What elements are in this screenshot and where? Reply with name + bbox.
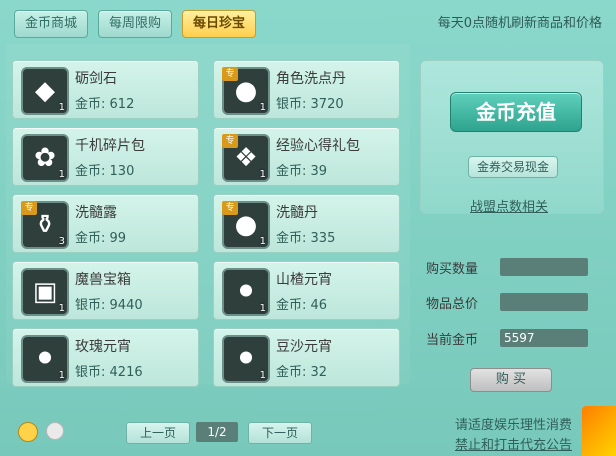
gourd-potion-icon: ⚱ 专 3 <box>21 201 69 249</box>
blue-crystal-icon: ◆ 1 <box>21 67 69 115</box>
hawthorn-dumplings-icon: ⚫ 1 <box>222 268 270 316</box>
bottom-left-controls <box>18 422 64 442</box>
tab-gold-mall[interactable]: 金币商城 <box>14 10 89 38</box>
rose-dumplings-icon: ⚫ 1 <box>21 335 69 383</box>
shop-item[interactable]: ❖ 专 1 经验心得礼包 金币: 39 <box>213 127 400 186</box>
current-gold-field: 5597 <box>500 329 588 347</box>
shop-item[interactable]: ⚫ 1 豆沙元宵 金币: 32 <box>213 328 400 387</box>
shop-item[interactable]: ✿ 1 千机碎片包 金币: 130 <box>12 127 199 186</box>
treasure-chest-icon: ▣ 1 <box>21 268 69 316</box>
quantity-label: 购买数量 <box>426 262 479 277</box>
shop-item[interactable]: ● 专 1 洗髓丹 金币: 335 <box>213 194 400 253</box>
experience-gift-bag-icon: ❖ 专 1 <box>222 134 270 182</box>
total-price-label: 物品总价 <box>426 297 479 312</box>
current-gold-label: 当前金币 <box>426 333 479 348</box>
item-price: 金币: 46 <box>276 298 328 313</box>
item-price: 金币: 99 <box>75 231 127 246</box>
item-name: 经验心得礼包 <box>276 138 360 154</box>
shop-item[interactable]: ⚫ 1 山楂元宵 金币: 46 <box>213 261 400 320</box>
item-name: 角色洗点丹 <box>276 71 346 87</box>
tab-daily-treasure[interactable]: 每日珍宝 <box>182 10 257 38</box>
shop-item[interactable]: ⚫ 1 玫瑰元宵 银币: 4216 <box>12 328 199 387</box>
gold-coupon-exchange-button[interactable]: 金券交易现金 <box>468 156 558 178</box>
corner-badge-icon[interactable] <box>582 406 616 456</box>
golden-pills-icon: ● 专 1 <box>222 67 270 115</box>
buy-button[interactable]: 购 买 <box>470 368 552 392</box>
rational-spending-notice: 请适度娱乐理性消费 <box>454 418 572 433</box>
item-grid: ◆ 1 砺剑石 金币: 612 ● 专 1 角色洗点丹 银币: 3720 ✿ 1 千机碎… <box>12 60 400 387</box>
refresh-notice: 每天0点随机刷新商品和价格 <box>437 16 602 31</box>
shop-item[interactable]: ◆ 1 砺剑石 金币: 612 <box>12 60 199 119</box>
item-name: 砺剑石 <box>75 71 117 87</box>
shop-item[interactable]: ▣ 1 魔兽宝箱 银币: 9440 <box>12 261 199 320</box>
anti-proxy-recharge-link[interactable]: 禁止和打击代充公告 <box>455 434 572 453</box>
item-price: 银币: 4216 <box>75 365 143 380</box>
green-pill-icon: ● 专 1 <box>222 201 270 249</box>
item-price: 金币: 39 <box>276 164 328 179</box>
next-page-button[interactable]: 下一页 <box>248 422 312 444</box>
page-indicator: 1/2 <box>196 422 238 442</box>
shop-tabs: 金币商城 每周限购 每日珍宝 <box>14 10 257 38</box>
total-price-field <box>500 293 588 311</box>
quantity-field[interactable] <box>500 258 588 276</box>
item-name: 洗髓丹 <box>276 205 318 221</box>
item-price: 金币: 130 <box>75 164 135 179</box>
item-price: 金币: 32 <box>276 365 328 380</box>
item-name: 千机碎片包 <box>75 138 145 154</box>
item-name: 洗髓露 <box>75 205 117 221</box>
item-name: 玫瑰元宵 <box>75 339 131 355</box>
item-name: 豆沙元宵 <box>276 339 332 355</box>
gold-recharge-button[interactable]: 金币充值 <box>450 92 582 132</box>
prev-page-button[interactable]: 上一页 <box>126 422 190 444</box>
tab-weekly-limit[interactable]: 每周限购 <box>98 10 173 38</box>
item-name: 魔兽宝箱 <box>75 272 131 288</box>
redbean-dumplings-icon: ⚫ 1 <box>222 335 270 383</box>
shop-item[interactable]: ⚱ 专 3 洗髓露 金币: 99 <box>12 194 199 253</box>
alliance-points-link[interactable]: 战盟点数相关 <box>470 196 548 215</box>
item-name: 山楂元宵 <box>276 272 332 288</box>
shop-item[interactable]: ● 专 1 角色洗点丹 银币: 3720 <box>213 60 400 119</box>
coin-icon[interactable] <box>18 422 38 442</box>
item-price: 银币: 9440 <box>75 298 143 313</box>
item-price: 银币: 3720 <box>276 97 344 112</box>
item-price: 金币: 335 <box>276 231 336 246</box>
radio-dot-icon[interactable] <box>46 422 64 440</box>
item-price: 金币: 612 <box>75 97 135 112</box>
fragment-bundle-icon: ✿ 1 <box>21 134 69 182</box>
recharge-panel <box>420 60 604 214</box>
